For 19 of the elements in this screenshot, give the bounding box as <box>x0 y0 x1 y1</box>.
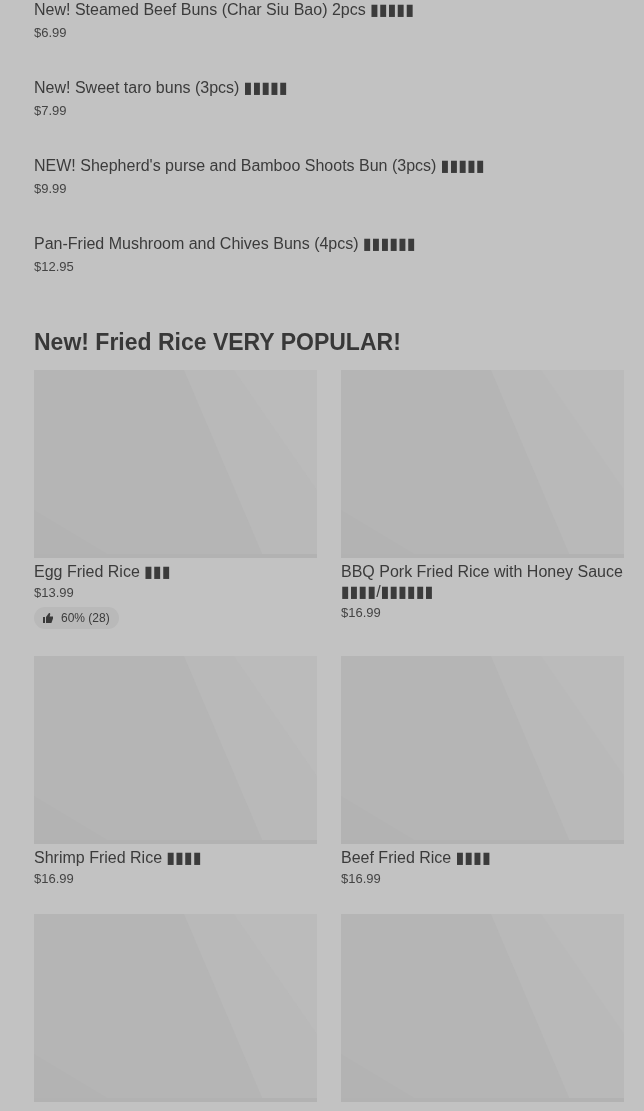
item-name[interactable]: NEW! Shepherd's purse and Bamboo Shoots Bun (3pcs) ▮▮▮▮▮ <box>34 156 624 175</box>
rating-text: 60% (28) <box>61 611 110 625</box>
item-price: $7.99 <box>34 103 68 119</box>
dish-name[interactable]: Egg Fried Rice ▮▮▮ <box>34 562 317 582</box>
item-price: $6.99 <box>34 25 68 41</box>
item-name[interactable]: New! Sweet taro buns (3pcs) ▮▮▮▮▮ <box>34 78 624 97</box>
section-heading: New! Fried Rice VERY POPULAR! <box>34 328 402 356</box>
dish-name[interactable]: Shrimp Fried Rice ▮▮▮▮ <box>34 848 317 868</box>
thumbs-up-icon <box>42 612 54 624</box>
dish-name[interactable]: BBQ Pork Fried Rice with Honey Sauce ▮▮▮▮/▮▮▮▮▮▮ <box>341 562 624 602</box>
dish-name[interactable]: Beef Fried Rice ▮▮▮▮ <box>341 848 624 868</box>
item-name[interactable]: New! Steamed Beef Buns (Char Siu Bao) 2pcs ▮▮▮▮▮ <box>34 0 624 19</box>
dish-price: $16.99 <box>34 871 75 887</box>
item-price: $9.99 <box>34 181 68 197</box>
dish-price: $16.99 <box>341 605 382 621</box>
dish-price: $16.99 <box>341 871 382 887</box>
item-name[interactable]: Pan-Fried Mushroom and Chives Buns (4pcs) ▮▮▮▮▮▮ <box>34 234 624 253</box>
item-price: $12.95 <box>34 259 75 275</box>
dish-price: $13.99 <box>34 585 75 601</box>
